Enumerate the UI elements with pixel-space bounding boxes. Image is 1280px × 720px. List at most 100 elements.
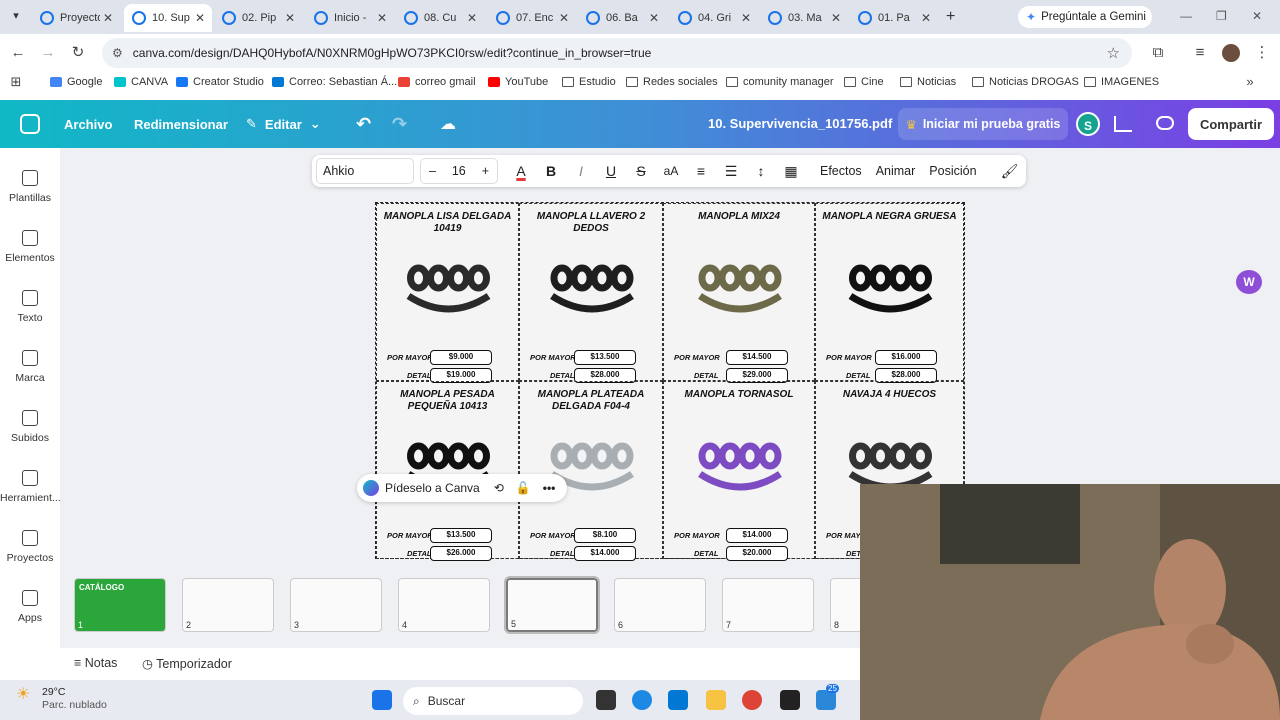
product-card[interactable]: MANOPLA PESADA PEQUEÑA 10413 POR MAYOR $13…: [376, 381, 519, 561]
sidebar-item[interactable]: Texto: [0, 290, 60, 324]
edge-icon[interactable]: [632, 690, 652, 710]
bold-icon[interactable]: B: [536, 163, 566, 179]
file-menu[interactable]: Archivo: [64, 100, 112, 148]
messaging-icon[interactable]: 25: [816, 684, 839, 710]
page-thumbnail[interactable]: CATÁLOGO 1: [74, 578, 166, 632]
align-center-icon[interactable]: ≡: [686, 163, 716, 179]
text-color-icon[interactable]: A: [506, 163, 536, 179]
resize-menu[interactable]: Redimensionar: [134, 100, 228, 148]
price-box[interactable]: $14.500: [726, 350, 788, 365]
plus-icon[interactable]: +: [482, 164, 489, 178]
browser-tab[interactable]: 04. Gri ✕: [670, 4, 758, 32]
price-box[interactable]: $16.000: [875, 350, 937, 365]
sidebar-item[interactable]: Marca: [0, 350, 60, 384]
price-box[interactable]: $26.000: [430, 546, 492, 561]
browser-tab[interactable]: 02. Pip ✕: [214, 4, 302, 32]
product-card[interactable]: MANOPLA LLAVERO 2 DEDOS POR MAYOR $13.500 D…: [519, 203, 663, 383]
underline-icon[interactable]: U: [596, 163, 626, 179]
product-title[interactable]: MANOPLA NEGRA GRUESA: [820, 211, 959, 223]
comment-icon[interactable]: [1156, 116, 1174, 130]
browser-tab[interactable]: Inicio - ✕: [306, 4, 394, 32]
document-title[interactable]: 10. Supervivencia_101756.pdf: [708, 116, 892, 131]
price-box[interactable]: $13.500: [574, 350, 636, 365]
comment-add-icon[interactable]: ⟲: [494, 481, 504, 495]
profile-avatar[interactable]: [1222, 44, 1240, 62]
page-thumbnail[interactable]: 7: [722, 578, 814, 632]
bookmark-item[interactable]: Estudio: [562, 76, 616, 88]
timer-button[interactable]: ◷ Temporizador: [142, 656, 232, 671]
undo-icon[interactable]: ↶: [356, 100, 371, 148]
browser-tab[interactable]: Proyecto ✕: [32, 4, 120, 32]
redo-icon[interactable]: ↷: [392, 100, 407, 148]
app-icon[interactable]: [780, 690, 800, 710]
task-view-icon[interactable]: [596, 690, 616, 710]
menu-dots-icon[interactable]: ⋮: [1252, 43, 1272, 63]
sidebar-item[interactable]: Herramient...: [0, 470, 61, 504]
bookmark-item[interactable]: CANVA: [114, 76, 168, 88]
price-box[interactable]: $14.000: [726, 528, 788, 543]
ask-canva-button[interactable]: Pídeselo a Canva: [385, 481, 480, 495]
more-options-icon[interactable]: •••: [543, 481, 556, 495]
close-icon[interactable]: ✕: [918, 11, 934, 25]
sidebar-item[interactable]: Plantillas: [0, 170, 60, 204]
new-tab-button[interactable]: +: [946, 8, 955, 26]
close-icon[interactable]: ✕: [464, 11, 480, 25]
bookmark-item[interactable]: comunity manager: [726, 76, 834, 88]
product-card[interactable]: MANOPLA NEGRA GRUESA POR MAYOR $16.000 DETA…: [815, 203, 964, 383]
bookmark-item[interactable]: Noticias: [900, 76, 956, 88]
windows-start-icon[interactable]: [372, 690, 392, 710]
sidebar-item[interactable]: Elementos: [0, 230, 60, 264]
share-button[interactable]: Compartir: [1188, 108, 1274, 140]
font-size-stepper[interactable]: – 16 +: [420, 158, 498, 184]
letter-case-icon[interactable]: aA: [656, 164, 686, 178]
browser-tab[interactable]: 07. Enc ✕: [488, 4, 576, 32]
close-icon[interactable]: ✕: [100, 11, 116, 25]
font-selector[interactable]: Ahkio: [316, 158, 414, 184]
reading-list-icon[interactable]: ≡: [1190, 43, 1210, 63]
price-box[interactable]: $20.000: [726, 546, 788, 561]
product-title[interactable]: NAVAJA 4 HUECOS: [820, 389, 959, 401]
bookmark-item[interactable]: Creator Studio: [176, 76, 264, 88]
notes-button[interactable]: ≡ Notas: [74, 656, 117, 670]
address-bar[interactable]: ⚙ canva.com/design/DAHQ0HybofA/N0XNRM0gH…: [102, 38, 1132, 68]
apps-grid-icon[interactable]: ⊞: [6, 72, 26, 92]
window-close-button[interactable]: ✕: [1252, 9, 1262, 23]
product-card[interactable]: MANOPLA TORNASOL POR MAYOR $14.000 DETAL $20…: [663, 381, 815, 561]
price-box[interactable]: $14.000: [574, 546, 636, 561]
product-card[interactable]: MANOPLA MIX24 POR MAYOR $14.500 DETAL $29.00…: [663, 203, 815, 383]
effects-button[interactable]: Efectos: [820, 164, 862, 178]
price-box[interactable]: $8.100: [574, 528, 636, 543]
position-button[interactable]: Posición: [929, 164, 976, 178]
spacing-icon[interactable]: ↕: [746, 163, 776, 179]
page-thumbnail[interactable]: 4: [398, 578, 490, 632]
bookmark-star-icon[interactable]: ☆: [1107, 44, 1120, 62]
browser-tab[interactable]: 08. Cu ✕: [396, 4, 484, 32]
page-thumbnail[interactable]: 5: [504, 576, 600, 634]
more-bookmarks-icon[interactable]: »: [1240, 72, 1260, 92]
product-card[interactable]: MANOPLA PLATEADA DELGADA F04-4 POR MAYOR $…: [519, 381, 663, 561]
browser-tab[interactable]: 03. Ma ✕: [760, 4, 848, 32]
close-icon[interactable]: ✕: [738, 11, 754, 25]
sidebar-item[interactable]: Apps: [0, 590, 60, 624]
maximize-button[interactable]: ❐: [1216, 9, 1227, 23]
product-title[interactable]: MANOPLA LISA DELGADA 10419: [381, 211, 514, 235]
store-icon[interactable]: [668, 690, 688, 710]
assistant-bubble-icon[interactable]: W: [1236, 270, 1262, 294]
product-title[interactable]: MANOPLA PESADA PEQUEÑA 10413: [381, 389, 514, 413]
price-box[interactable]: $9.000: [430, 350, 492, 365]
bookmark-item[interactable]: YouTube: [488, 76, 548, 88]
browser-tab-active[interactable]: 10. Sup ✕: [124, 4, 212, 32]
close-icon[interactable]: ✕: [646, 11, 662, 25]
page-thumbnail[interactable]: 2: [182, 578, 274, 632]
sidebar-item[interactable]: Subidos: [0, 410, 60, 444]
product-title[interactable]: MANOPLA TORNASOL: [668, 389, 810, 401]
product-title[interactable]: MANOPLA LLAVERO 2 DEDOS: [524, 211, 658, 235]
bookmark-item[interactable]: Redes sociales: [626, 76, 718, 88]
file-explorer-icon[interactable]: [706, 690, 726, 710]
free-trial-button[interactable]: ♛ Iniciar mi prueba gratis: [898, 108, 1068, 140]
extensions-icon[interactable]: ⧉: [1148, 43, 1168, 63]
browser-tab[interactable]: 01. Pa ✕: [850, 4, 938, 32]
user-avatar[interactable]: S: [1076, 112, 1100, 136]
bookmark-item[interactable]: Google: [50, 76, 102, 88]
weather-widget[interactable]: ☀ 29°C Parc. nublado: [16, 686, 107, 712]
